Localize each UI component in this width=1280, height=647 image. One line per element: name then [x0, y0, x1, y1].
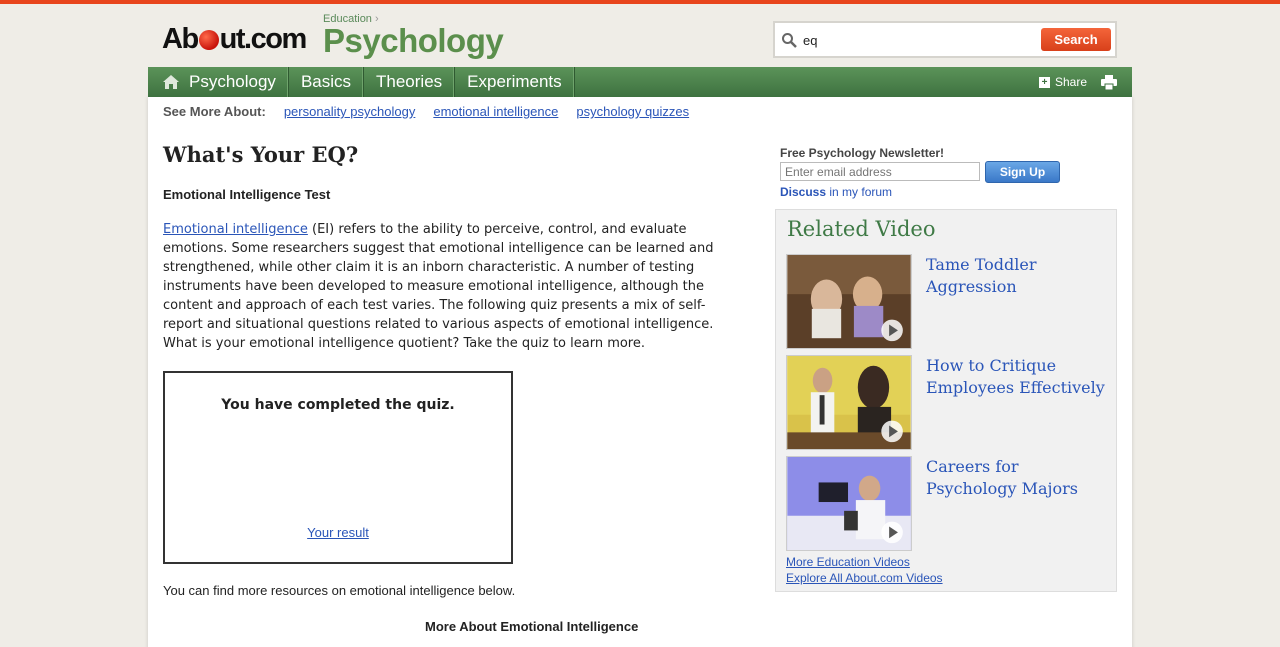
nav-item-psychology[interactable]: Psychology — [148, 67, 289, 97]
see-more-label: See More About: — [163, 104, 266, 119]
more-resources-text: You can find more resources on emotional… — [163, 583, 516, 598]
more-about-heading: More About Emotional Intelligence — [425, 619, 639, 634]
quiz-complete-message: You have completed the quiz. — [221, 397, 455, 413]
video-title-link[interactable]: Tame Toddler Aggression — [926, 254, 1106, 298]
video-thumbnail[interactable] — [786, 355, 912, 450]
search-box: Search — [773, 21, 1117, 58]
video-thumbnail-image — [787, 356, 911, 449]
explore-all-videos-link[interactable]: Explore All About.com Videos — [786, 571, 943, 585]
newsletter-email-field[interactable] — [780, 162, 980, 181]
print-icon[interactable] — [1101, 75, 1117, 90]
logo-dot — [198, 30, 219, 50]
more-education-videos-link[interactable]: More Education Videos — [786, 555, 910, 569]
page-title: What's Your EQ? — [163, 142, 359, 167]
related-video-title: Related Video — [787, 217, 936, 241]
article-subtitle: Emotional Intelligence Test — [163, 187, 331, 202]
emotional-intelligence-link[interactable]: Emotional intelligence — [163, 222, 308, 237]
see-more-about: See More About: personality psychology e… — [163, 104, 689, 119]
nav-item-basics[interactable]: Basics — [289, 67, 365, 97]
see-more-link-emotional[interactable]: emotional intelligence — [433, 104, 558, 119]
home-icon — [163, 75, 179, 89]
search-icon — [782, 33, 797, 48]
main-nav: Psychology Basics Theories Experiments — [148, 67, 1132, 97]
plus-icon: + — [1039, 76, 1050, 88]
video-thumbnail[interactable] — [786, 456, 912, 551]
video-thumbnail-image — [787, 255, 911, 348]
nav-item-theories[interactable]: Theories — [364, 67, 456, 97]
site-title[interactable]: Psychology — [323, 22, 504, 60]
discuss-forum-link[interactable]: Discuss in my forum — [780, 185, 892, 199]
video-thumbnail[interactable] — [786, 254, 912, 349]
quiz-result-link[interactable]: Your result — [165, 525, 511, 540]
see-more-link-quizzes[interactable]: psychology quizzes — [576, 104, 689, 119]
search-input[interactable] — [803, 30, 1033, 50]
see-more-link-personality[interactable]: personality psychology — [284, 104, 416, 119]
newsletter-title: Free Psychology Newsletter! — [780, 146, 945, 160]
video-thumbnail-image — [787, 457, 911, 550]
article-body: Emotional intelligence (EI) refers to th… — [163, 222, 714, 351]
nav-item-experiments[interactable]: Experiments — [455, 67, 575, 97]
quiz-box: You have completed the quiz. Your result — [163, 371, 513, 564]
signup-button[interactable]: Sign Up — [985, 161, 1060, 183]
video-title-link[interactable]: How to Critique Employees Effectively — [926, 355, 1106, 399]
top-accent-bar — [0, 0, 1280, 4]
about-logo[interactable]: Ab ut.com — [162, 22, 307, 54]
video-title-link[interactable]: Careers for Psychology Majors — [926, 456, 1106, 500]
share-button[interactable]: + Share — [1039, 75, 1087, 89]
search-button[interactable]: Search — [1041, 28, 1111, 51]
